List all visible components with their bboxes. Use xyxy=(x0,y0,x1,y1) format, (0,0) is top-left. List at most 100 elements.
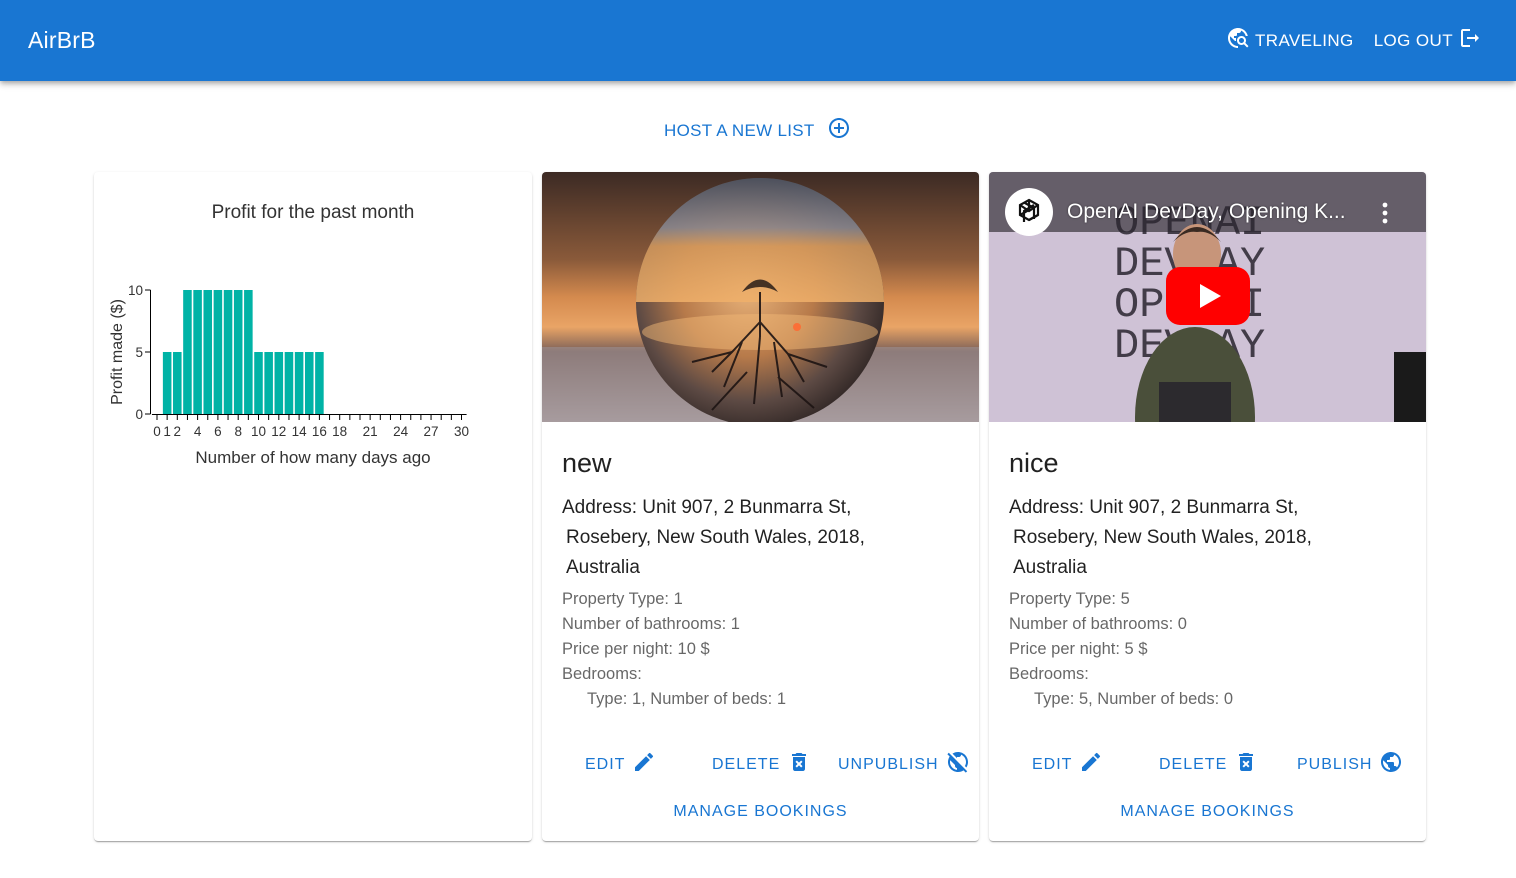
chart-bar xyxy=(254,352,263,414)
chart-bar xyxy=(294,352,304,414)
price-per-night: Price per night: 10 $ xyxy=(562,640,710,658)
listing-address: Address: Unit 907, 2 Bunmarra St, Rosebe… xyxy=(562,493,959,583)
x-tick-label: 27 xyxy=(424,424,439,439)
top-nav: TRAVELING LOG OUT xyxy=(1226,26,1482,55)
delete-forever-icon xyxy=(1234,750,1258,779)
chart-bar xyxy=(315,352,324,414)
x-tick-label: 18 xyxy=(332,424,347,439)
x-tick-label: 21 xyxy=(363,424,378,439)
profit-chart-card: Profit for the past month 0 1 2 4 6 8 10 12 14 16… xyxy=(94,172,532,841)
delete-button[interactable]: DELETE xyxy=(1159,750,1258,779)
bathrooms-count: Number of bathrooms: 0 xyxy=(1009,615,1187,633)
traveling-button[interactable]: TRAVELING xyxy=(1226,26,1354,55)
chart-bar xyxy=(162,352,172,414)
address-line-3: Australia xyxy=(1013,557,1087,578)
chart-bar xyxy=(173,352,182,414)
x-tick-label: 14 xyxy=(292,424,308,439)
bedrooms-label: Bedrooms: xyxy=(1009,665,1089,683)
edit-button[interactable]: EDIT xyxy=(1032,750,1103,779)
publish-button[interactable]: PUBLISH xyxy=(1297,750,1403,779)
x-tick-label: 24 xyxy=(393,424,409,439)
add-circle-icon xyxy=(827,116,851,145)
logout-button[interactable]: LOG OUT xyxy=(1374,26,1482,55)
more-vert-icon[interactable] xyxy=(1382,202,1388,229)
x-tick-label: 12 xyxy=(271,424,286,439)
address-line-1: Address: Unit 907, 2 Bunmarra St, xyxy=(562,497,852,518)
publish-label: PUBLISH xyxy=(1297,755,1373,773)
address-line-3: Australia xyxy=(566,557,640,578)
public-icon xyxy=(1379,750,1403,779)
chart-bar xyxy=(284,352,294,414)
bedrooms-label: Bedrooms: xyxy=(562,665,642,683)
app-bar: AirBrB TRAVELING LOG OUT xyxy=(0,0,1516,81)
x-tick-label: 6 xyxy=(214,424,222,439)
x-tick-label: 2 xyxy=(174,424,182,439)
delete-label: DELETE xyxy=(712,755,781,773)
unpublish-label: UNPUBLISH xyxy=(838,755,939,773)
listing-title: nice xyxy=(1009,448,1059,478)
public-off-icon xyxy=(946,750,970,779)
x-tick-label: 8 xyxy=(234,424,242,439)
edit-label: EDIT xyxy=(585,755,626,773)
traveling-label: TRAVELING xyxy=(1254,30,1354,50)
chart-bar xyxy=(264,352,273,414)
bathrooms-count: Number of bathrooms: 1 xyxy=(562,615,740,633)
chart-bar xyxy=(213,290,223,414)
brand-logo[interactable]: AirBrB xyxy=(28,27,96,54)
chart-bar xyxy=(233,290,243,414)
openai-logo-icon xyxy=(1005,188,1053,236)
logout-label: LOG OUT xyxy=(1373,30,1453,50)
bedroom-detail: Type: 5, Number of beds: 0 xyxy=(1034,690,1234,708)
listing-card: OPENAI DEVDAY OPENAI DEVDAY xyxy=(989,172,1426,841)
listing-card: new Address: Unit 907, 2 Bunmarra St, Ro… xyxy=(542,172,979,841)
chart-bar xyxy=(274,352,284,414)
listing-actions: EDIT DELETE PUBLISH xyxy=(989,750,1426,780)
x-tick-label: 16 xyxy=(312,424,327,439)
listing-address: Address: Unit 907, 2 Bunmarra St, Rosebe… xyxy=(1009,493,1406,583)
pencil-icon xyxy=(1079,750,1103,779)
x-tick-label: 30 xyxy=(454,424,469,439)
listing-title: new xyxy=(562,448,612,478)
chart-bar xyxy=(304,352,314,414)
manage-bookings-button[interactable]: MANAGE BOOKINGS xyxy=(542,803,979,821)
x-tick-label: 1 xyxy=(163,424,171,439)
manage-bookings-button[interactable]: MANAGE BOOKINGS xyxy=(989,803,1426,821)
host-new-list-button[interactable]: HOST A NEW LIST xyxy=(664,116,851,145)
chart-bar xyxy=(203,290,213,414)
edit-button[interactable]: EDIT xyxy=(585,750,656,779)
chart-bar xyxy=(244,290,253,414)
unpublish-button[interactable]: UNPUBLISH xyxy=(838,750,970,779)
chart-bar xyxy=(193,290,202,414)
youtube-play-icon[interactable] xyxy=(1166,267,1250,325)
youtube-embed[interactable]: OPENAI DEVDAY OPENAI DEVDAY xyxy=(989,172,1426,422)
pencil-icon xyxy=(632,750,656,779)
delete-forever-icon xyxy=(787,750,811,779)
edit-label: EDIT xyxy=(1032,755,1073,773)
travel-explore-icon xyxy=(1226,26,1250,55)
bedroom-detail: Type: 1, Number of beds: 1 xyxy=(587,690,787,708)
address-line-2: Rosebery, New South Wales, 2018, xyxy=(1013,527,1312,548)
x-tick-label: 0 xyxy=(153,424,161,439)
chart-title: Profit for the past month xyxy=(211,202,415,223)
x-tick-label: 10 xyxy=(251,424,266,439)
listing-actions: EDIT DELETE UNPUBLISH xyxy=(542,750,979,780)
y-tick-label: 10 xyxy=(128,283,143,298)
listing-thumbnail xyxy=(542,172,979,422)
chart-bar xyxy=(223,290,233,414)
delete-button[interactable]: DELETE xyxy=(712,750,811,779)
host-new-list-label: HOST A NEW LIST xyxy=(664,120,815,140)
profit-chart: 0 1 2 4 6 8 10 12 14 16 18 21 24 27 30 0510 Number of … xyxy=(109,283,469,467)
y-tick-label: 0 xyxy=(135,407,143,422)
video-title[interactable]: OpenAI DevDay, Opening K... xyxy=(1067,200,1346,224)
y-axis-label: Profit made ($) xyxy=(109,299,126,405)
logout-icon xyxy=(1458,26,1482,55)
x-tick-label: 4 xyxy=(194,424,202,439)
price-per-night: Price per night: 5 $ xyxy=(1009,640,1148,658)
address-line-1: Address: Unit 907, 2 Bunmarra St, xyxy=(1009,497,1299,518)
property-type: Property Type: 5 xyxy=(1009,590,1130,608)
y-tick-label: 5 xyxy=(135,345,143,360)
x-axis-label: Number of how many days ago xyxy=(195,448,430,467)
address-line-2: Rosebery, New South Wales, 2018, xyxy=(566,527,865,548)
property-type: Property Type: 1 xyxy=(562,590,683,608)
delete-label: DELETE xyxy=(1159,755,1228,773)
